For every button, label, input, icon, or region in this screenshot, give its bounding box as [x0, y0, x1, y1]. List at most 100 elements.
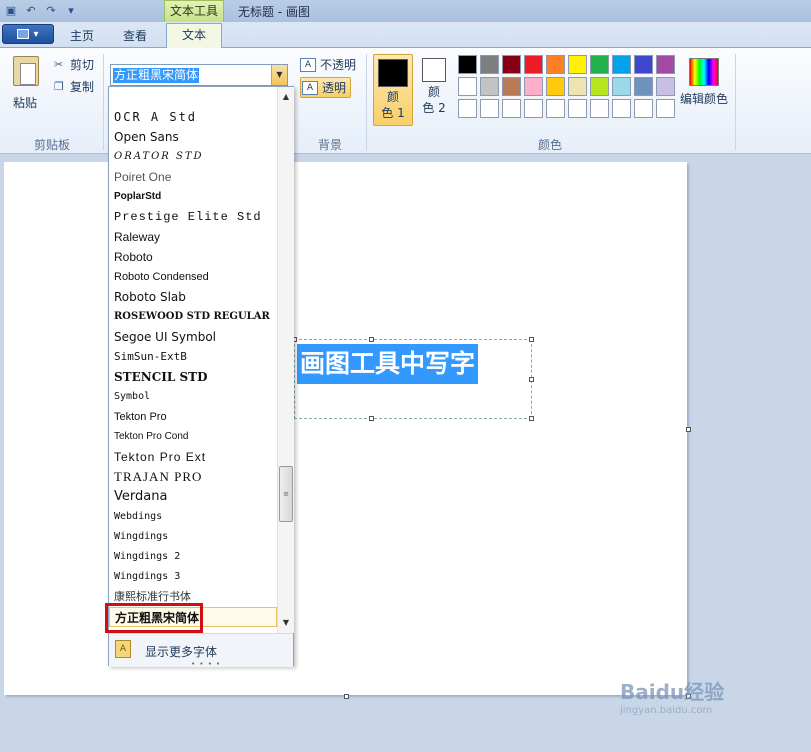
font-list-scrollbar[interactable]: ▲ ≡ ▼ [277, 87, 294, 633]
font-list-item[interactable]: Symbol [109, 387, 277, 407]
transparent-option[interactable]: A 透明 [300, 77, 352, 98]
resize-handle[interactable] [369, 337, 374, 342]
palette-color[interactable] [524, 55, 543, 74]
font-list-item[interactable]: OCR A Std [109, 107, 277, 127]
palette-color[interactable] [634, 77, 653, 96]
highlight-annotation [105, 603, 203, 633]
font-list-item[interactable]: Prestige Elite Std [109, 207, 277, 227]
palette-color[interactable] [502, 55, 521, 74]
color2-button[interactable]: 颜 色 2 [414, 54, 454, 126]
chevron-down-icon[interactable]: ▼ [271, 65, 287, 85]
transparent-icon: A [302, 80, 318, 95]
palette-color[interactable] [480, 55, 499, 74]
undo-icon[interactable]: ↶ [24, 3, 38, 17]
transparent-label: 透明 [322, 81, 347, 95]
font-list-item[interactable]: PoplarStd [109, 187, 277, 207]
palette-color[interactable] [546, 55, 565, 74]
app-menu-button[interactable]: ▾ [2, 24, 54, 44]
font-list-item[interactable]: Roboto [109, 247, 277, 267]
group-separator [735, 54, 736, 150]
text-box[interactable]: 画图工具中写字 [292, 337, 534, 421]
font-list-item[interactable]: Wingdings 2 [109, 547, 277, 567]
palette-color[interactable] [634, 99, 653, 118]
palette-color[interactable] [568, 55, 587, 74]
font-list-item[interactable]: Tekton Pro Cond [109, 427, 277, 447]
font-list-item[interactable]: Roboto Slab [109, 287, 277, 307]
ribbon-tabs: ▾ 主页 查看 文本 [0, 22, 811, 49]
scroll-down-icon[interactable]: ▼ [278, 615, 294, 631]
app-menu-icon [17, 29, 30, 39]
resize-handle[interactable] [529, 377, 534, 382]
scroll-thumb[interactable]: ≡ [279, 466, 293, 522]
palette-color[interactable] [612, 77, 631, 96]
font-list-item[interactable]: Segoe UI Symbol [109, 327, 277, 347]
palette-color[interactable] [612, 99, 631, 118]
palette-color[interactable] [458, 99, 477, 118]
palette-color[interactable] [502, 99, 521, 118]
group-separator [366, 54, 367, 150]
font-list-item[interactable]: SimSun-ExtB [109, 347, 277, 367]
font-family-combobox[interactable]: 方正粗黑宋简体 ▼ [110, 64, 288, 86]
palette-color[interactable] [524, 99, 543, 118]
font-list-item[interactable]: Verdana [109, 487, 277, 507]
palette-color[interactable] [568, 77, 587, 96]
tab-home[interactable]: 主页 [70, 27, 94, 44]
edit-colors-button[interactable]: 编辑颜色 [680, 54, 728, 107]
font-list-item[interactable]: Tekton Pro Ext [109, 447, 277, 467]
palette-color[interactable] [458, 55, 477, 74]
customize-icon[interactable]: ▾ [64, 3, 78, 17]
color2-label-line1: 颜 [427, 85, 440, 99]
resize-handle[interactable] [529, 337, 534, 342]
palette-color[interactable] [656, 77, 675, 96]
tab-text[interactable]: 文本 [166, 23, 222, 49]
palette-color[interactable] [590, 99, 609, 118]
font-list-item[interactable]: ROSEWOOD STD REGULAR [109, 307, 277, 327]
resize-grip-icon[interactable]: • • • • [191, 660, 221, 668]
palette-color[interactable] [634, 55, 653, 74]
font-list-item[interactable]: ORATOR STD [109, 147, 277, 167]
redo-icon[interactable]: ↷ [44, 3, 58, 17]
resize-handle[interactable] [529, 416, 534, 421]
rainbow-icon [689, 58, 719, 86]
font-list-item[interactable]: Open Sans [109, 127, 277, 147]
font-list-item[interactable]: Roboto Condensed [109, 267, 277, 287]
font-list-item[interactable]: STENCIL STD [109, 367, 277, 387]
copy-button[interactable]: ❐ 复制 [54, 78, 94, 95]
title-bar: ▣ ↶ ↷ ▾ 文本工具 无标题 - 画图 [0, 0, 811, 22]
font-list-item[interactable]: Webdings [109, 507, 277, 527]
palette-color[interactable] [546, 99, 565, 118]
paste-icon[interactable] [13, 56, 39, 86]
palette-color[interactable] [458, 77, 477, 96]
palette-color[interactable] [656, 55, 675, 74]
font-list-item[interactable]: TRAJAN PRO [109, 467, 277, 487]
canvas-resize-handle[interactable] [344, 694, 349, 699]
palette-color[interactable] [524, 77, 543, 96]
palette-color[interactable] [612, 55, 631, 74]
font-list-item[interactable]: Poiret One [109, 167, 277, 187]
cut-button[interactable]: ✂ 剪切 [54, 56, 94, 73]
color1-label-line2: 色 1 [381, 106, 405, 120]
palette-color[interactable] [502, 77, 521, 96]
font-list-item[interactable]: Wingdings [109, 527, 277, 547]
palette-color[interactable] [656, 99, 675, 118]
canvas-resize-handle[interactable] [686, 427, 691, 432]
copy-label: 复制 [70, 80, 95, 94]
palette-color[interactable] [480, 77, 499, 96]
palette-color[interactable] [546, 77, 565, 96]
more-fonts-button[interactable]: A 显示更多字体 • • • • [109, 633, 293, 668]
palette-color[interactable] [590, 77, 609, 96]
font-list-item[interactable]: Raleway [109, 227, 277, 247]
canvas-text[interactable]: 画图工具中写字 [297, 344, 479, 384]
palette-color[interactable] [568, 99, 587, 118]
color1-button[interactable]: 颜 色 1 [373, 54, 413, 126]
font-list-item[interactable]: Wingdings 3 [109, 567, 277, 587]
scroll-up-icon[interactable]: ▲ [278, 89, 294, 105]
opaque-option[interactable]: A 不透明 [300, 56, 356, 73]
tab-view[interactable]: 查看 [123, 27, 147, 44]
resize-handle[interactable] [369, 416, 374, 421]
palette-color[interactable] [480, 99, 499, 118]
save-icon[interactable]: ▣ [4, 3, 18, 17]
palette-color[interactable] [590, 55, 609, 74]
paste-button[interactable]: 粘贴 [13, 94, 37, 111]
font-list-item[interactable]: Tekton Pro [109, 407, 277, 427]
